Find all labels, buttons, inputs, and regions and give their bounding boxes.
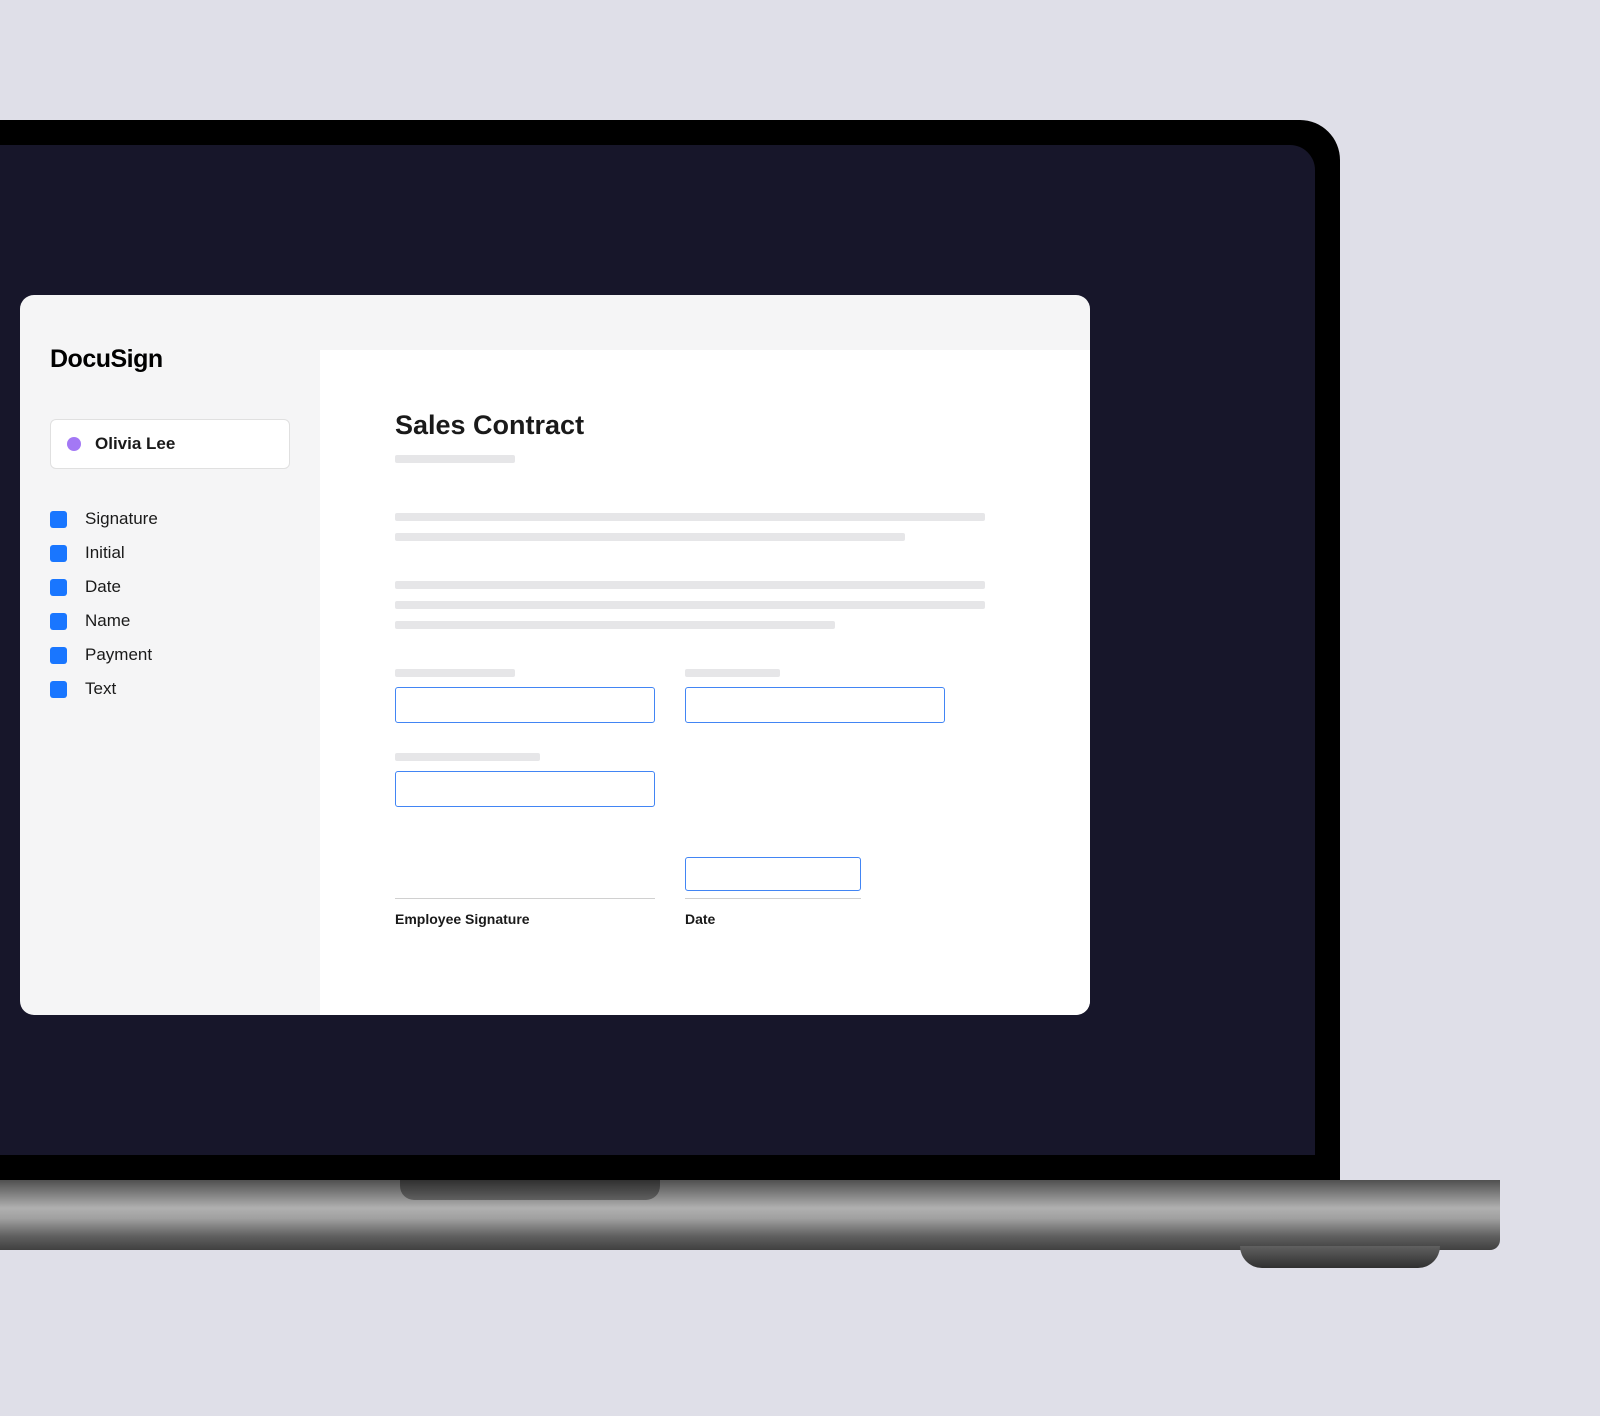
date-input-field[interactable] — [685, 857, 861, 891]
placeholder-text — [395, 455, 515, 463]
name-field-icon — [50, 613, 67, 630]
placeholder-label — [395, 753, 540, 761]
field-label: Text — [85, 679, 116, 699]
placeholder-text — [395, 581, 985, 589]
recipient-name: Olivia Lee — [95, 434, 175, 454]
placeholder-text — [395, 513, 985, 521]
field-date[interactable]: Date — [50, 577, 290, 597]
form-field-row — [395, 753, 1015, 807]
field-label: Date — [85, 577, 121, 597]
placeholder-label — [685, 669, 780, 677]
laptop-base — [0, 1180, 1500, 1250]
payment-field-icon — [50, 647, 67, 664]
text-field-icon — [50, 681, 67, 698]
initial-field-icon — [50, 545, 67, 562]
field-label: Initial — [85, 543, 125, 563]
field-payment[interactable]: Payment — [50, 645, 290, 665]
laptop-frame: DocuSign Olivia Lee Signature Initial — [0, 120, 1340, 1180]
date-group: Date — [685, 857, 861, 927]
date-field-icon — [50, 579, 67, 596]
recipient-selector[interactable]: Olivia Lee — [50, 419, 290, 469]
signature-label: Employee Signature — [395, 911, 655, 927]
field-name[interactable]: Name — [50, 611, 290, 631]
date-line — [685, 857, 861, 899]
field-palette: Signature Initial Date Name — [50, 509, 290, 699]
form-field-group — [685, 669, 945, 723]
document-canvas[interactable]: Sales Contract — [320, 350, 1090, 1015]
signature-row: Employee Signature Date — [395, 857, 1015, 927]
placeholder-label — [395, 669, 515, 677]
text-input-field[interactable] — [395, 771, 655, 807]
field-text[interactable]: Text — [50, 679, 290, 699]
field-label: Payment — [85, 645, 152, 665]
form-field-row — [395, 669, 1015, 723]
field-initial[interactable]: Initial — [50, 543, 290, 563]
placeholder-text — [395, 621, 835, 629]
field-signature[interactable]: Signature — [50, 509, 290, 529]
form-field-group — [395, 753, 655, 807]
form-field-group — [395, 669, 655, 723]
sidebar: DocuSign Olivia Lee Signature Initial — [20, 295, 320, 1015]
recipient-color-icon — [67, 437, 81, 451]
document-title: Sales Contract — [395, 410, 1015, 441]
signature-field-icon — [50, 511, 67, 528]
field-label: Signature — [85, 509, 158, 529]
signature-group: Employee Signature — [395, 857, 655, 927]
app-window: DocuSign Olivia Lee Signature Initial — [20, 295, 1090, 1015]
placeholder-text — [395, 601, 985, 609]
brand-logo: DocuSign — [50, 345, 290, 374]
placeholder-text — [395, 533, 905, 541]
signature-line[interactable] — [395, 857, 655, 899]
laptop-notch — [400, 1180, 660, 1200]
laptop-screen: DocuSign Olivia Lee Signature Initial — [0, 145, 1315, 1155]
field-label: Name — [85, 611, 130, 631]
text-input-field[interactable] — [685, 687, 945, 723]
date-label: Date — [685, 911, 861, 927]
text-input-field[interactable] — [395, 687, 655, 723]
